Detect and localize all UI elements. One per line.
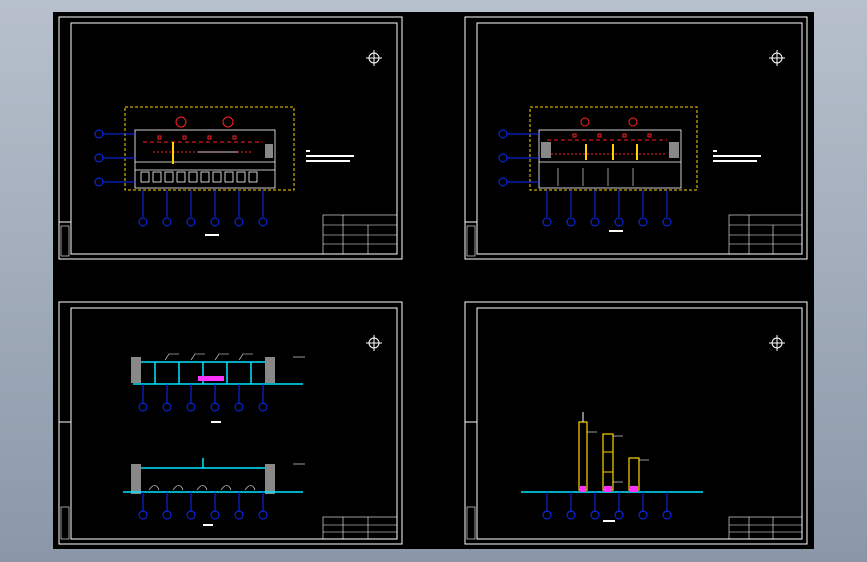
cad-drawing-canvas[interactable]	[53, 12, 814, 549]
north-arrow-icon	[769, 335, 785, 351]
title-block	[322, 516, 398, 540]
drawing-svg	[58, 16, 808, 545]
title-block	[322, 214, 398, 255]
north-arrow-icon	[366, 335, 382, 351]
sheet-top-left[interactable]	[58, 16, 403, 260]
title-block	[728, 516, 803, 540]
title-block	[728, 214, 803, 255]
sheet-top-right[interactable]	[464, 16, 808, 260]
sheet-bottom-right[interactable]	[464, 301, 808, 545]
north-arrow-icon	[769, 50, 785, 66]
sheet-bottom-left[interactable]	[58, 301, 403, 545]
north-arrow-icon	[366, 50, 382, 66]
